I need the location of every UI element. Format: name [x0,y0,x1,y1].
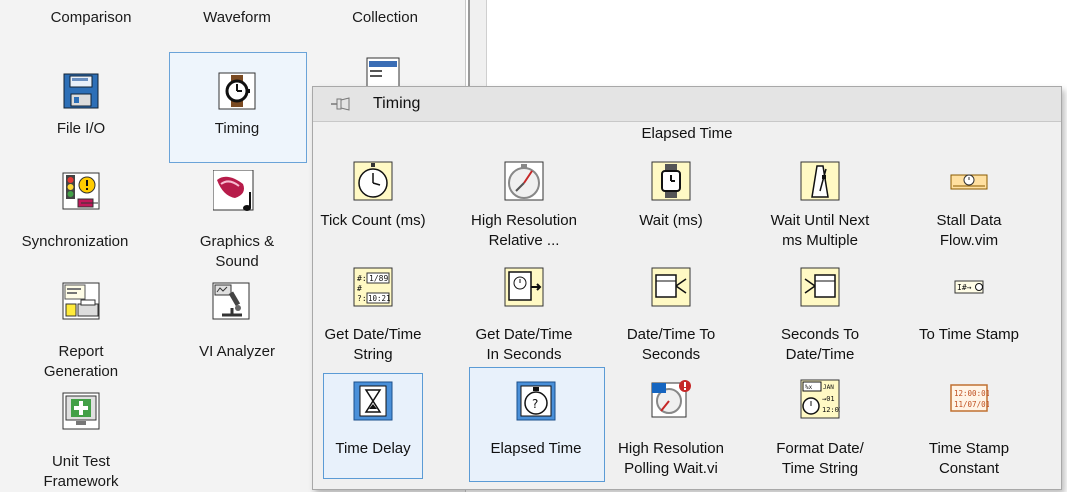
gdts-line2: String [353,346,393,363]
stdt-line1: Seconds To [780,326,860,343]
item-seconds-to-date-time[interactable]: Seconds To Date/Time [745,325,895,365]
item-time-stamp-constant[interactable]: Time Stamp Constant [894,439,1044,479]
hrpw-line1: High Resolution [618,440,724,457]
microscope-icon [212,282,250,320]
palette-item-graphics-sound[interactable]: Graphics & Sound [168,232,306,272]
report-label-line2: Generation [43,363,119,380]
svg-text:JAN: JAN [823,384,834,391]
elapsed-stopwatch-icon: ? [516,381,556,421]
traffic-light-icon [62,172,100,210]
item-elapsed-time[interactable]: Elapsed Time [461,439,611,459]
timestamp-constant-time: 12:00:01 [954,389,989,398]
date-string-icon: #: 1/89 #?: 10:21 [353,267,393,307]
item-high-res-relative[interactable]: High Resolution Relative ... [449,211,599,251]
item-wait-ms[interactable]: Wait (ms) [596,211,746,231]
seconds-to-date-icon [800,267,840,307]
fdts-line2: Time String [781,460,859,477]
to-timestamp-icon: I#→ [949,267,989,307]
subpalette-titlebar[interactable]: Timing [313,87,1061,122]
palette-item-timing[interactable]: Timing [168,119,306,139]
item-get-date-time-string[interactable]: Get Date/Time String [298,325,448,365]
stdt-line2: Date/Time [785,346,855,363]
graphics-sound-label-line2: Sound [215,253,259,270]
floppy-disk-icon [62,72,100,110]
palette-item-unit-test-framework[interactable]: Unit Test Framework [12,452,150,492]
timestamp-constant-icon: 12:00:01 11/07/01 [949,379,989,419]
item-to-time-stamp[interactable]: To Time Stamp [894,325,1044,345]
dtts-line1: Date/Time To [626,326,716,343]
wristwatch-icon [651,161,691,201]
item-wait-until-next-ms[interactable]: Wait Until Next ms Multiple [745,211,895,251]
wait-until-line2: ms Multiple [782,232,858,249]
wait-until-line1: Wait Until Next [770,212,870,229]
compass-clock-icon [504,161,544,201]
stall-clock-icon [949,161,989,201]
timestamp-constant-date: 11/07/01 [954,400,989,409]
palette-item-waveform[interactable]: Waveform [168,8,306,28]
svg-text:I#→: I#→ [957,283,972,292]
svg-text:1/89: 1/89 [369,274,388,283]
palette-item-comparison[interactable]: Comparison [22,8,160,28]
report-printer-icon [62,282,100,320]
svg-text:#:: #: [357,274,367,283]
subpalette-title: Timing [373,95,421,112]
unit-test-plus-icon [62,392,100,430]
gdtis-line2: In Seconds [486,346,562,363]
svg-text:12:01: 12:01 [822,406,840,414]
unit-test-label-line1: Unit Test [51,453,111,470]
clock-seconds-icon [504,267,544,307]
svg-text:#: # [357,284,362,293]
graphics-sound-icon [213,170,259,216]
palette-item-file-io[interactable]: File I/O [12,119,150,139]
palette-scroll-divider[interactable] [468,0,487,95]
stall-line2: Flow.vim [939,232,999,249]
hourglass-icon [353,381,393,421]
item-tick-count[interactable]: Tick Count (ms) [298,211,448,231]
high-res-relative-line1: High Resolution [471,212,577,229]
subpalette-section-title: Elapsed Time [641,125,733,142]
stall-line1: Stall Data [936,212,1002,229]
graphics-sound-label-line1: Graphics & [199,233,275,250]
tsc-line2: Constant [938,460,1000,477]
pin-icon[interactable] [331,96,351,112]
fdts-line1: Format Date/ [776,440,864,457]
gdts-line1: Get Date/Time [324,326,422,343]
gdtis-line1: Get Date/Time [475,326,573,343]
high-res-relative-line2: Relative ... [488,232,560,249]
item-date-time-to-seconds[interactable]: Date/Time To Seconds [596,325,746,365]
stopwatch-icon [353,161,393,201]
item-get-date-time-seconds[interactable]: Get Date/Time In Seconds [449,325,599,365]
item-stall-data-flow[interactable]: Stall Data Flow.vim [894,211,1044,251]
svg-text:→01: →01 [822,395,835,403]
unit-test-label-line2: Framework [43,473,119,490]
timing-subpalette: Timing Elapsed Time Tick Count (ms) High… [312,86,1062,490]
palette-item-report-generation[interactable]: Report Generation [12,342,150,382]
hrpw-line2: Polling Wait.vi [624,460,718,477]
palette-item-synchronization[interactable]: Synchronization [0,232,150,252]
item-time-delay[interactable]: Time Delay [298,439,448,459]
svg-text:?: ? [532,397,538,411]
item-high-res-polling-wait[interactable]: High Resolution Polling Wait.vi [596,439,746,479]
report-label-line1: Report [58,343,104,360]
tsc-line1: Time Stamp [928,440,1010,457]
polling-wait-icon [651,379,691,419]
metronome-icon [800,161,840,201]
svg-text:10:21: 10:21 [368,294,391,303]
palette-item-vi-analyzer[interactable]: VI Analyzer [168,342,306,362]
item-format-date-time-string[interactable]: Format Date/Time String [745,439,895,479]
svg-text:%x: %x [805,384,813,391]
palette-item-collection[interactable]: Collection [316,8,454,28]
date-to-seconds-icon [651,267,691,307]
format-date-icon: %x JAN →01 12:01 [800,379,840,419]
wristwatch-icon [218,72,256,110]
svg-text:?:: ?: [357,294,367,303]
dtts-line2: Seconds [641,346,701,363]
